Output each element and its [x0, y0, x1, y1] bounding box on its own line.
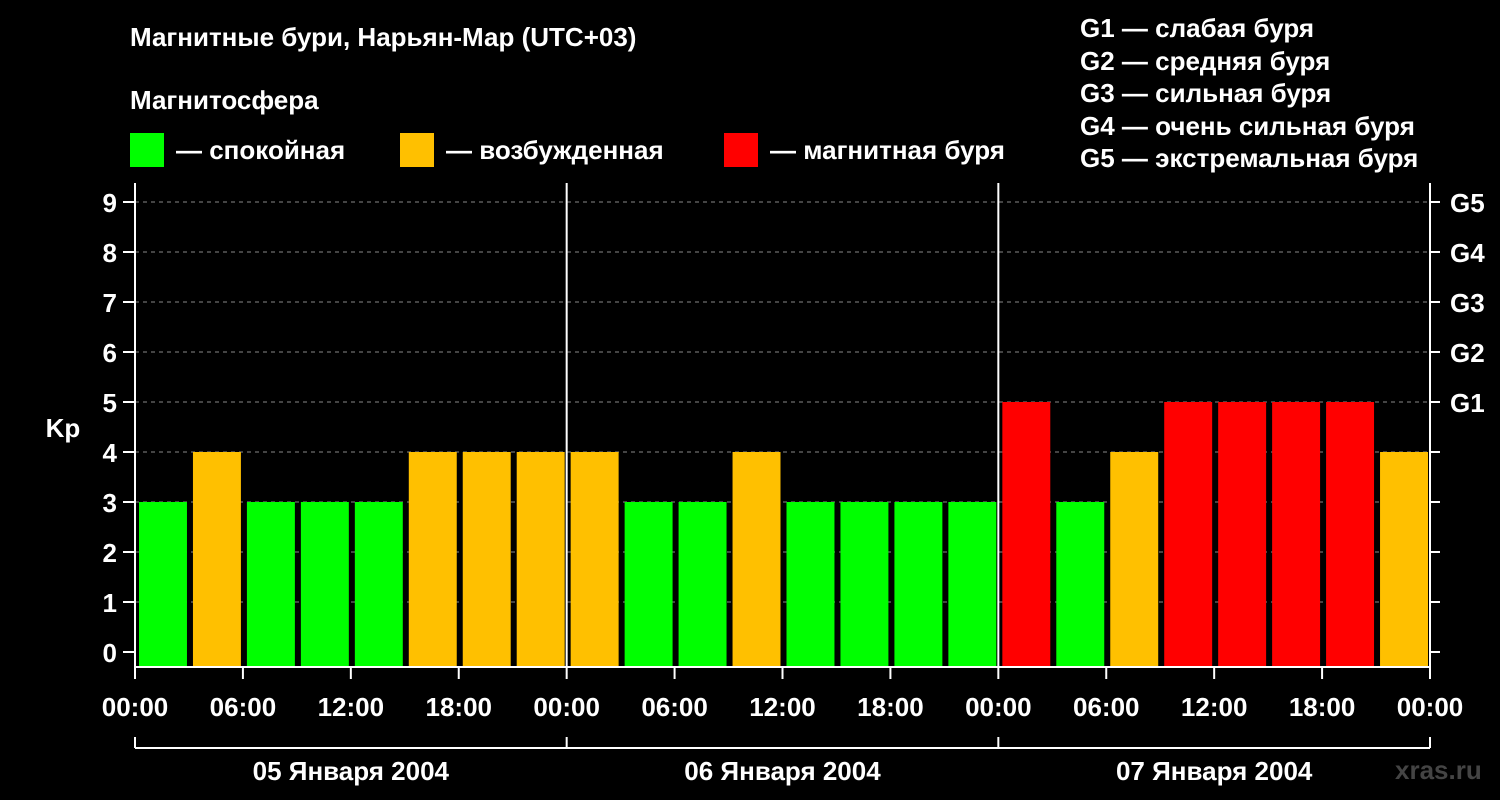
x-tick-label: 18:00 — [1289, 692, 1356, 722]
kp-bar — [678, 502, 727, 667]
y-tick-label: 3 — [103, 488, 117, 518]
x-tick-label: 06:00 — [210, 692, 277, 722]
kp-bar — [300, 502, 349, 667]
day-label: 05 Января 2004 — [253, 756, 450, 786]
kp-bar — [408, 452, 457, 667]
x-tick-label: 00:00 — [102, 692, 169, 722]
g-tick-label: G1 — [1450, 388, 1485, 418]
kp-bar — [1380, 452, 1428, 667]
x-tick-label: 12:00 — [749, 692, 816, 722]
g-tick-label: G4 — [1450, 238, 1485, 268]
y-tick-label: 5 — [103, 388, 117, 418]
y-tick-label: 1 — [103, 588, 117, 618]
kp-bar — [1326, 402, 1375, 667]
g-tick-label: G3 — [1450, 288, 1485, 318]
kp-bar — [1218, 402, 1267, 667]
y-tick-label: 7 — [103, 288, 117, 318]
kp-bar — [516, 452, 565, 667]
kp-bar — [462, 452, 511, 667]
kp-bar — [1272, 402, 1321, 667]
y-tick-label: 6 — [103, 338, 117, 368]
x-tick-label: 18:00 — [857, 692, 924, 722]
x-tick-label: 00:00 — [965, 692, 1032, 722]
y-tick-label: 9 — [103, 188, 117, 218]
kp-bar — [1164, 402, 1213, 667]
kp-chart: 0 1 2 3 4 5 6 7 8 9 G1 G2 G3 G4 G5 Kp 00:00 06:00 12:00 18:… — [46, 183, 1485, 786]
kp-bar — [894, 502, 943, 667]
kp-bar — [354, 502, 403, 667]
y-tick-label: 8 — [103, 238, 117, 268]
y-axis-label: Kp — [46, 413, 81, 443]
kp-bar — [948, 502, 997, 667]
kp-bar — [1002, 402, 1051, 667]
kp-bar — [786, 502, 835, 667]
x-tick-label: 12:00 — [1181, 692, 1248, 722]
x-tick-label: 12:00 — [318, 692, 385, 722]
g-tick-label: G2 — [1450, 338, 1485, 368]
kp-bar — [246, 502, 295, 667]
kp-bar — [732, 452, 781, 667]
kp-bar — [192, 452, 241, 667]
x-tick-label: 18:00 — [426, 692, 493, 722]
x-tick-label: 06:00 — [641, 692, 708, 722]
kp-bar — [1110, 452, 1159, 667]
kp-bar — [840, 502, 889, 667]
y-tick-label: 0 — [103, 638, 117, 668]
day-label: 06 Января 2004 — [684, 756, 881, 786]
x-tick-label: 06:00 — [1073, 692, 1140, 722]
kp-bar — [139, 502, 187, 667]
kp-bar — [570, 452, 619, 667]
x-tick-label: 00:00 — [533, 692, 600, 722]
y-tick-label: 4 — [103, 438, 118, 468]
y-tick-label: 2 — [103, 538, 117, 568]
x-tick-label: 00:00 — [1397, 692, 1464, 722]
g-tick-label: G5 — [1450, 188, 1485, 218]
watermark: xras.ru — [1395, 755, 1482, 785]
kp-bar — [624, 502, 673, 667]
kp-bar — [1056, 502, 1105, 667]
day-label: 07 Января 2004 — [1116, 756, 1313, 786]
